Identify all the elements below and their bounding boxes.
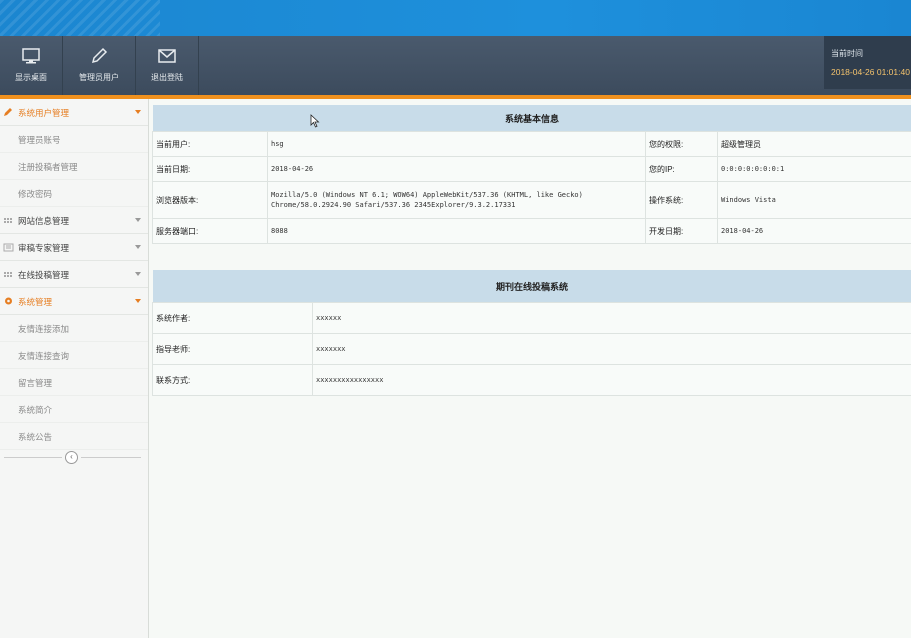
info-value: Mozilla/5.0 (Windows NT 6.1; WOW64) Appl… bbox=[267, 181, 646, 219]
time-panel: 当前时间 2018-04-26 01:01:40 bbox=[824, 36, 911, 89]
info-label: 开发日期: bbox=[645, 218, 718, 244]
menu-system-user-management[interactable]: 系统用户管理 bbox=[0, 99, 148, 126]
table-row: 系统作者: xxxxxx bbox=[152, 302, 911, 334]
system-value: xxxxxxx bbox=[311, 333, 911, 365]
menu-label: 系统用户管理 bbox=[18, 108, 70, 118]
info-value: 2018-04-26 bbox=[267, 156, 646, 182]
system-label: 联系方式: bbox=[152, 364, 313, 396]
pencil-icon bbox=[91, 47, 108, 64]
info-label: 当前日期: bbox=[152, 156, 268, 182]
submenu-label: 留言管理 bbox=[18, 378, 53, 388]
submenu-label: 修改密码 bbox=[18, 189, 53, 199]
list-icon bbox=[3, 243, 14, 252]
submenu-friend-link-add[interactable]: 友情连接添加 bbox=[0, 315, 148, 342]
submenu-label: 友情连接查询 bbox=[18, 351, 70, 361]
gear-icon bbox=[5, 297, 12, 305]
submenu-change-password[interactable]: 修改密码 bbox=[0, 180, 148, 207]
logout-label: 退出登陆 bbox=[151, 73, 183, 82]
submenu-admin-account[interactable]: 管理员账号 bbox=[0, 126, 148, 153]
info-label: 服务器端口: bbox=[152, 218, 268, 244]
info-value: 2018-04-26 bbox=[716, 218, 911, 244]
submenu-message-management[interactable]: 留言管理 bbox=[0, 369, 148, 396]
system-label: 系统作者: bbox=[152, 302, 313, 334]
info-value: 0:0:0:0:0:0:0:1 bbox=[716, 156, 911, 182]
system-info-table: 系统基本信息 当前用户: hsg 您的权限: 超级管理员 当前日期: 2018-… bbox=[152, 105, 911, 244]
banner-pattern bbox=[0, 0, 160, 36]
info-label: 当前用户: bbox=[152, 131, 268, 157]
info-value: 超级管理员 bbox=[716, 131, 911, 157]
time-value: 2018-04-26 01:01:40 bbox=[831, 67, 910, 77]
chevron-down-icon bbox=[135, 299, 141, 303]
info-label: 您的权限: bbox=[645, 131, 718, 157]
chevron-down-icon bbox=[135, 272, 141, 276]
journal-system-title: 期刊在线投稿系统 bbox=[152, 270, 911, 303]
toolbar: 显示桌面 管理员用户 退出登陆 bbox=[0, 36, 911, 99]
submenu-label: 注册投稿者管理 bbox=[18, 162, 78, 172]
pencil-icon bbox=[4, 108, 12, 116]
submenu-label: 管理员账号 bbox=[18, 135, 61, 145]
info-value: 8088 bbox=[267, 218, 646, 244]
grid-icon bbox=[4, 272, 12, 277]
system-value: xxxxxxxxxxxxxxxx bbox=[311, 364, 911, 396]
system-value: xxxxxx bbox=[311, 302, 911, 334]
info-label: 浏览器版本: bbox=[152, 181, 268, 219]
table-row: 联系方式: xxxxxxxxxxxxxxxx bbox=[152, 364, 911, 396]
admin-user-label: 管理员用户 bbox=[79, 73, 119, 82]
menu-label: 审稿专家管理 bbox=[18, 243, 70, 253]
show-desktop-button[interactable]: 显示桌面 bbox=[0, 36, 63, 95]
info-value: Windows Vista bbox=[716, 181, 911, 219]
table-row: 当前用户: hsg 您的权限: 超级管理员 bbox=[152, 131, 911, 157]
submenu-label: 友情连接添加 bbox=[18, 324, 70, 334]
submenu-contributor-management[interactable]: 注册投稿者管理 bbox=[0, 153, 148, 180]
menu-reviewer-management[interactable]: 审稿专家管理 bbox=[0, 234, 148, 261]
menu-system-management[interactable]: 系统管理 bbox=[0, 288, 148, 315]
divider bbox=[4, 457, 62, 458]
table-row: 服务器端口: 8088 开发日期: 2018-04-26 bbox=[152, 218, 911, 244]
table-row: 当前日期: 2018-04-26 您的IP: 0:0:0:0:0:0:0:1 bbox=[152, 156, 911, 182]
journal-system-table: 期刊在线投稿系统 系统作者: xxxxxx 指导老师: xxxxxxx 联系方式… bbox=[152, 270, 911, 396]
system-info-title: 系统基本信息 bbox=[152, 105, 911, 132]
system-label: 指导老师: bbox=[152, 333, 313, 365]
chevron-down-icon bbox=[135, 110, 141, 114]
submenu-friend-link-query[interactable]: 友情连接查询 bbox=[0, 342, 148, 369]
submenu-label: 系统简介 bbox=[18, 405, 53, 415]
menu-online-submission-management[interactable]: 在线投稿管理 bbox=[0, 261, 148, 288]
sidebar: 系统用户管理 管理员账号 注册投稿者管理 修改密码 网站信息管理 审稿专家管理 … bbox=[0, 99, 149, 638]
logout-button[interactable]: 退出登陆 bbox=[136, 36, 199, 95]
sidebar-collapse: ‹ bbox=[0, 444, 148, 470]
info-value: hsg bbox=[267, 131, 646, 157]
menu-label: 系统管理 bbox=[18, 297, 53, 307]
monitor-icon bbox=[22, 48, 40, 64]
admin-user-button[interactable]: 管理员用户 bbox=[63, 36, 136, 95]
submenu-label: 系统公告 bbox=[18, 432, 53, 442]
info-label: 操作系统: bbox=[645, 181, 718, 219]
info-label: 您的IP: bbox=[645, 156, 718, 182]
chevron-down-icon bbox=[135, 218, 141, 222]
envelope-icon bbox=[158, 49, 176, 63]
menu-label: 在线投稿管理 bbox=[18, 270, 70, 280]
time-label: 当前时间 bbox=[831, 49, 863, 58]
top-banner bbox=[0, 0, 911, 36]
show-desktop-label: 显示桌面 bbox=[15, 73, 47, 82]
collapse-sidebar-button[interactable]: ‹ bbox=[65, 451, 78, 464]
chevron-down-icon bbox=[135, 245, 141, 249]
table-row: 指导老师: xxxxxxx bbox=[152, 333, 911, 365]
table-row: 浏览器版本: Mozilla/5.0 (Windows NT 6.1; WOW6… bbox=[152, 181, 911, 219]
menu-label: 网站信息管理 bbox=[18, 216, 70, 226]
mouse-cursor-icon bbox=[310, 114, 320, 128]
menu-site-info-management[interactable]: 网站信息管理 bbox=[0, 207, 148, 234]
divider bbox=[81, 457, 141, 458]
submenu-system-intro[interactable]: 系统简介 bbox=[0, 396, 148, 423]
grid-icon bbox=[4, 218, 12, 223]
